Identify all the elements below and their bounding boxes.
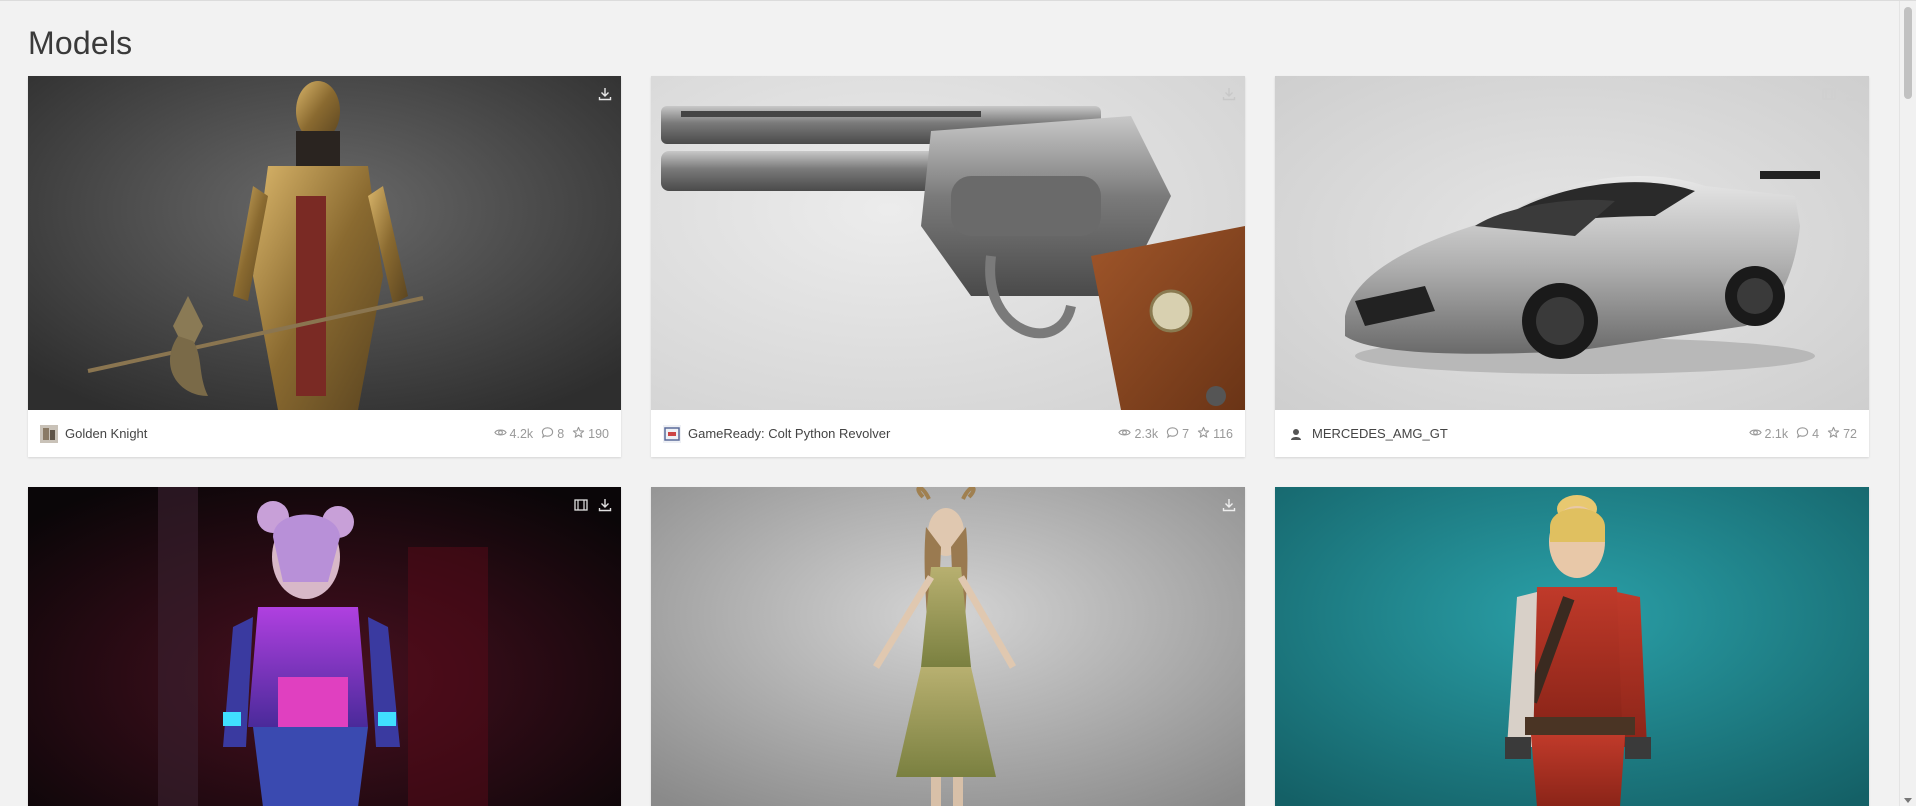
comment-icon: [541, 426, 554, 442]
comment-icon: [1166, 426, 1179, 442]
thumbnail-actions: [1821, 86, 1861, 102]
section-title: Models: [28, 25, 133, 61]
views-count: 2.1k: [1764, 426, 1789, 441]
thumbnail-actions: [1221, 86, 1237, 102]
golden-knight-image: [28, 76, 621, 410]
download-icon[interactable]: [1221, 497, 1237, 513]
comments-count: 4: [1812, 426, 1820, 441]
model-thumbnail[interactable]: [28, 487, 621, 806]
mercedes-car-image: [1275, 76, 1869, 410]
comments-stat: 4: [1796, 426, 1819, 442]
model-stats: 4.2k 8 190: [493, 426, 609, 442]
likes-count: 190: [588, 426, 609, 441]
download-icon[interactable]: [1221, 86, 1237, 102]
model-stats: 2.1k 4 72: [1748, 426, 1857, 442]
author-avatar[interactable]: [663, 424, 681, 443]
model-thumbnail[interactable]: [28, 76, 621, 410]
comments-stat: 7: [1166, 426, 1189, 442]
model-card[interactable]: [651, 487, 1245, 806]
animation-icon[interactable]: [1821, 86, 1837, 102]
model-name[interactable]: Golden Knight: [65, 426, 494, 441]
comment-icon: [1796, 426, 1809, 442]
star-icon: [1827, 426, 1840, 442]
views-stat: 2.1k: [1748, 426, 1789, 442]
model-stats: 2.3k 7 116: [1118, 426, 1233, 442]
animation-icon[interactable]: [573, 497, 589, 513]
comments-count: 8: [557, 426, 565, 441]
likes-stat: 116: [1197, 426, 1233, 442]
likes-count: 116: [1213, 426, 1233, 441]
download-icon[interactable]: [597, 497, 613, 513]
mechanic-girl-image: [1275, 487, 1869, 806]
model-card[interactable]: Golden Knight 4.2k 8 190: [28, 76, 621, 457]
eye-icon: [1748, 426, 1762, 442]
star-icon: [1197, 426, 1210, 442]
model-card[interactable]: GameReady: Colt Python Revolver 2.3k 7 1…: [651, 76, 1245, 457]
scroll-down-arrow-icon[interactable]: [1904, 798, 1912, 803]
thumbnail-actions: [1221, 497, 1237, 513]
thumbnail-actions: [573, 497, 613, 513]
star-icon: [572, 426, 585, 442]
views-stat: 4.2k: [493, 426, 534, 442]
comments-stat: 8: [541, 426, 564, 442]
forest-fairy-image: [651, 487, 1245, 806]
views-count: 4.2k: [509, 426, 534, 441]
models-page: Models Golden Knight 4.2k 8 190 GameRead…: [0, 0, 1916, 806]
model-card[interactable]: [28, 487, 621, 806]
views-count: 2.3k: [1134, 426, 1159, 441]
revolver-image: [651, 76, 1245, 410]
model-thumbnail[interactable]: [1275, 76, 1869, 410]
scrollbar-thumb[interactable]: [1904, 7, 1912, 99]
likes-stat: 190: [572, 426, 609, 442]
model-name[interactable]: MERCEDES_AMG_GT: [1312, 426, 1749, 441]
download-icon[interactable]: [597, 86, 613, 102]
cyber-girl-image: [28, 487, 621, 806]
comments-count: 7: [1182, 426, 1190, 441]
eye-icon: [1118, 426, 1132, 442]
models-grid: Golden Knight 4.2k 8 190 GameReady: Colt…: [28, 76, 1869, 806]
model-card[interactable]: [1275, 487, 1869, 806]
model-thumbnail[interactable]: [651, 487, 1245, 806]
model-thumbnail[interactable]: [651, 76, 1245, 410]
model-meta: GameReady: Colt Python Revolver 2.3k 7 1…: [651, 410, 1245, 457]
vertical-scrollbar[interactable]: [1899, 1, 1916, 806]
thumbnail-actions: [597, 86, 613, 102]
model-thumbnail[interactable]: [1275, 487, 1869, 806]
model-meta: Golden Knight 4.2k 8 190: [28, 410, 621, 457]
likes-stat: 72: [1827, 426, 1857, 442]
author-avatar[interactable]: [1287, 424, 1305, 443]
download-icon[interactable]: [1845, 86, 1861, 102]
model-card[interactable]: MERCEDES_AMG_GT 2.1k 4 72: [1275, 76, 1869, 457]
likes-count: 72: [1843, 426, 1857, 441]
author-avatar[interactable]: [40, 424, 58, 443]
model-name[interactable]: GameReady: Colt Python Revolver: [688, 426, 1118, 441]
views-stat: 2.3k: [1118, 426, 1158, 442]
eye-icon: [493, 426, 507, 442]
model-meta: MERCEDES_AMG_GT 2.1k 4 72: [1275, 410, 1869, 457]
